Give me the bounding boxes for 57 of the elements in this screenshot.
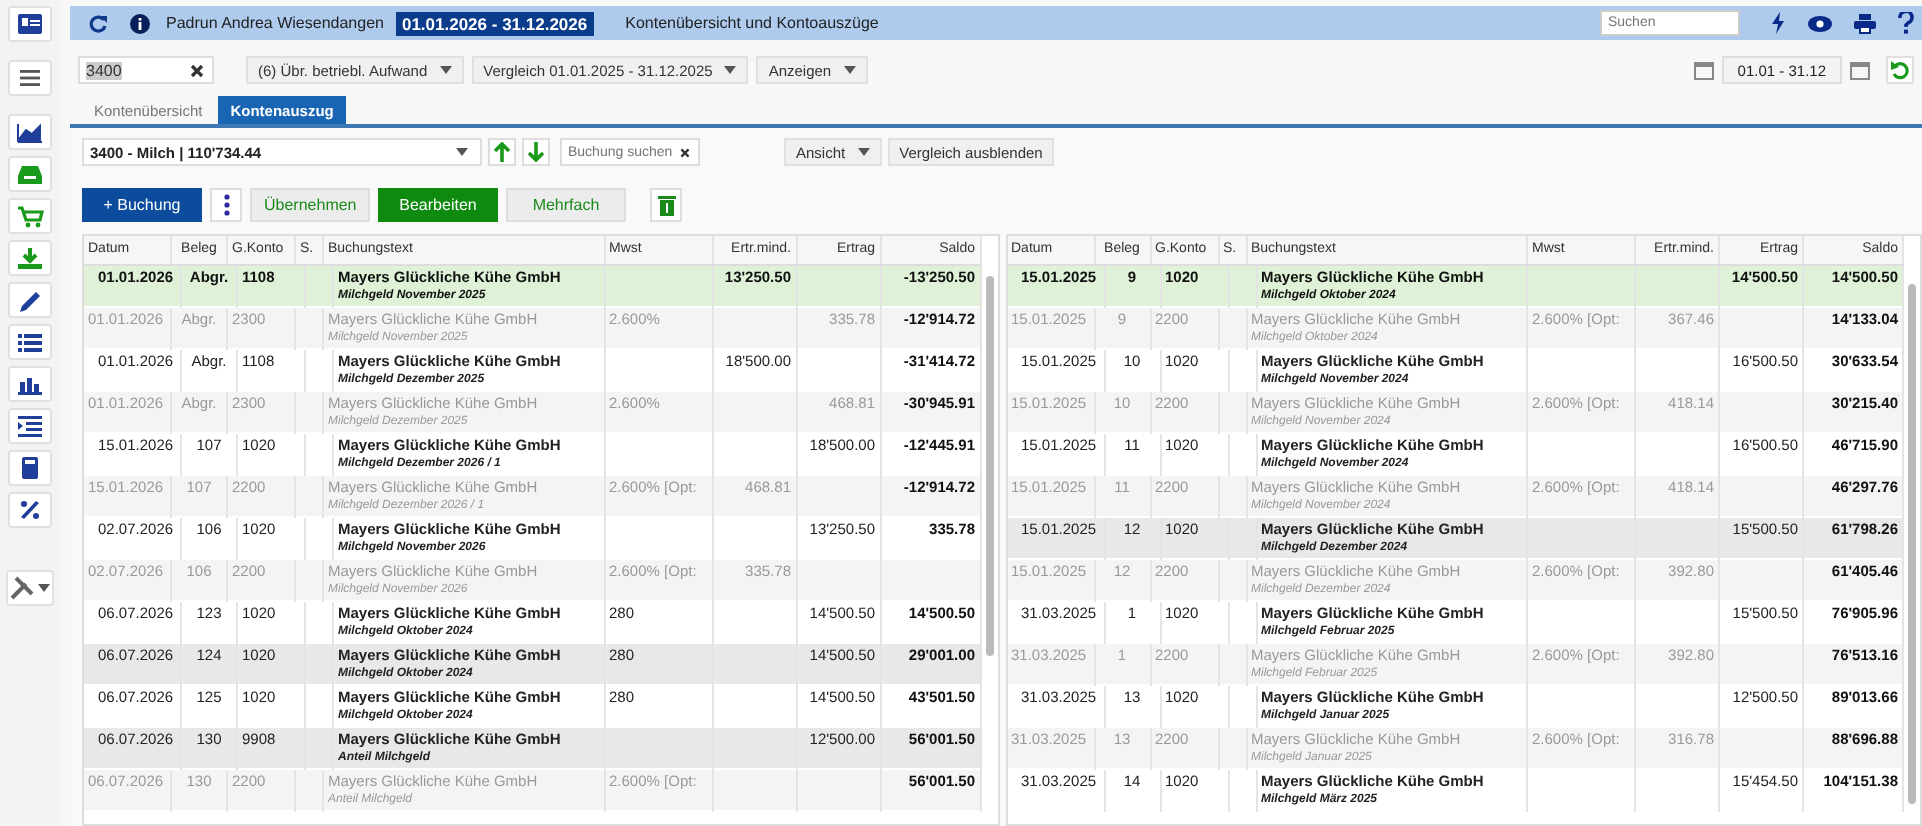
indent-icon [16, 414, 44, 438]
caret-icon [843, 66, 856, 74]
refresh-icon [88, 13, 108, 33]
more-button[interactable] [210, 187, 242, 221]
action-button[interactable]: Übernehmen [250, 187, 370, 221]
percent-icon [16, 498, 44, 522]
sidebar-button[interactable] [8, 114, 52, 150]
bar-chart-icon [16, 372, 44, 396]
sidebar-button[interactable] [8, 492, 52, 528]
caret-icon [857, 148, 870, 156]
reset-button[interactable] [1886, 56, 1914, 84]
sidebar-button[interactable] [8, 408, 52, 444]
sidebar-button[interactable] [8, 282, 52, 318]
download-icon [16, 246, 44, 270]
tools-icon [10, 576, 34, 600]
caret-icon [439, 66, 452, 74]
account-filter-field[interactable]: 3400 [78, 56, 214, 84]
inbox-icon [16, 162, 44, 186]
clear-icon[interactable] [680, 145, 690, 159]
help-icon[interactable] [1898, 12, 1914, 34]
sidebar-button[interactable] [8, 60, 52, 96]
calculator-icon [16, 456, 44, 480]
page-title: Kontenübersicht und Kontoauszüge [625, 14, 879, 32]
eye-icon[interactable] [1808, 15, 1832, 31]
caret-icon [38, 584, 50, 592]
chart-icon [16, 120, 44, 144]
clear-icon[interactable] [190, 63, 204, 77]
lightning-icon[interactable] [1770, 12, 1786, 34]
user-name: Padrun Andrea Wiesendangen [166, 14, 384, 32]
action-button[interactable]: Mehrfach [506, 187, 626, 221]
undo-icon [1890, 60, 1910, 80]
pencil-icon [16, 288, 44, 312]
caret-icon [456, 148, 468, 156]
sidebar-button[interactable] [8, 6, 52, 42]
add-booking-button[interactable]: + Buchung [82, 187, 202, 221]
sidebar-button[interactable] [8, 450, 52, 486]
id-card-icon [16, 12, 44, 36]
calendar-icon[interactable] [1693, 60, 1714, 80]
sidebar-button[interactable] [8, 324, 52, 360]
printer-icon[interactable] [1854, 13, 1876, 33]
cart-icon [16, 204, 44, 228]
delete-button[interactable] [650, 187, 682, 221]
edit-button[interactable]: Bearbeiten [378, 187, 498, 221]
next-button[interactable] [522, 138, 550, 166]
caret-icon [724, 66, 737, 74]
previous-button[interactable] [488, 138, 516, 166]
trash-icon [657, 193, 675, 215]
info-icon[interactable] [130, 13, 150, 33]
sidebar-button[interactable] [8, 366, 52, 402]
calendar-icon[interactable] [1850, 60, 1870, 80]
period-label: 01.01.2026 - 31.12.2026 [395, 11, 594, 35]
arrow-up-icon [494, 142, 510, 162]
arrow-down-icon [528, 142, 544, 162]
tools-button[interactable] [6, 570, 54, 606]
menu-icon [16, 66, 44, 90]
kebab-icon [223, 193, 229, 215]
list-icon [16, 330, 44, 354]
